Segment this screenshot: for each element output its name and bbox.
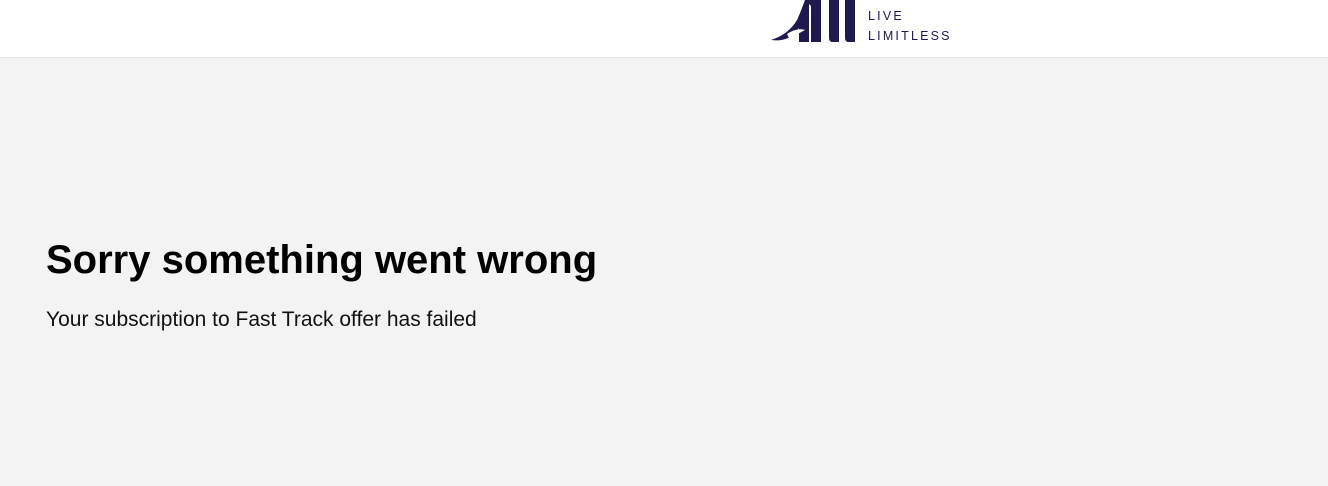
all-accor-logo-icon [771,0,855,42]
tagline-line-1: LIVE [868,9,904,23]
error-content: Sorry something went wrong Your subscrip… [0,58,1328,486]
error-title: Sorry something went wrong [46,238,598,282]
logo-tagline: LIVE LIMITLESS [868,6,952,46]
site-header: LIVE LIMITLESS [0,0,1328,58]
error-message: Your subscription to Fast Track offer ha… [46,308,477,331]
all-live-limitless-logo[interactable]: LIVE LIMITLESS [769,0,959,46]
tagline-line-2: LIMITLESS [868,29,952,43]
